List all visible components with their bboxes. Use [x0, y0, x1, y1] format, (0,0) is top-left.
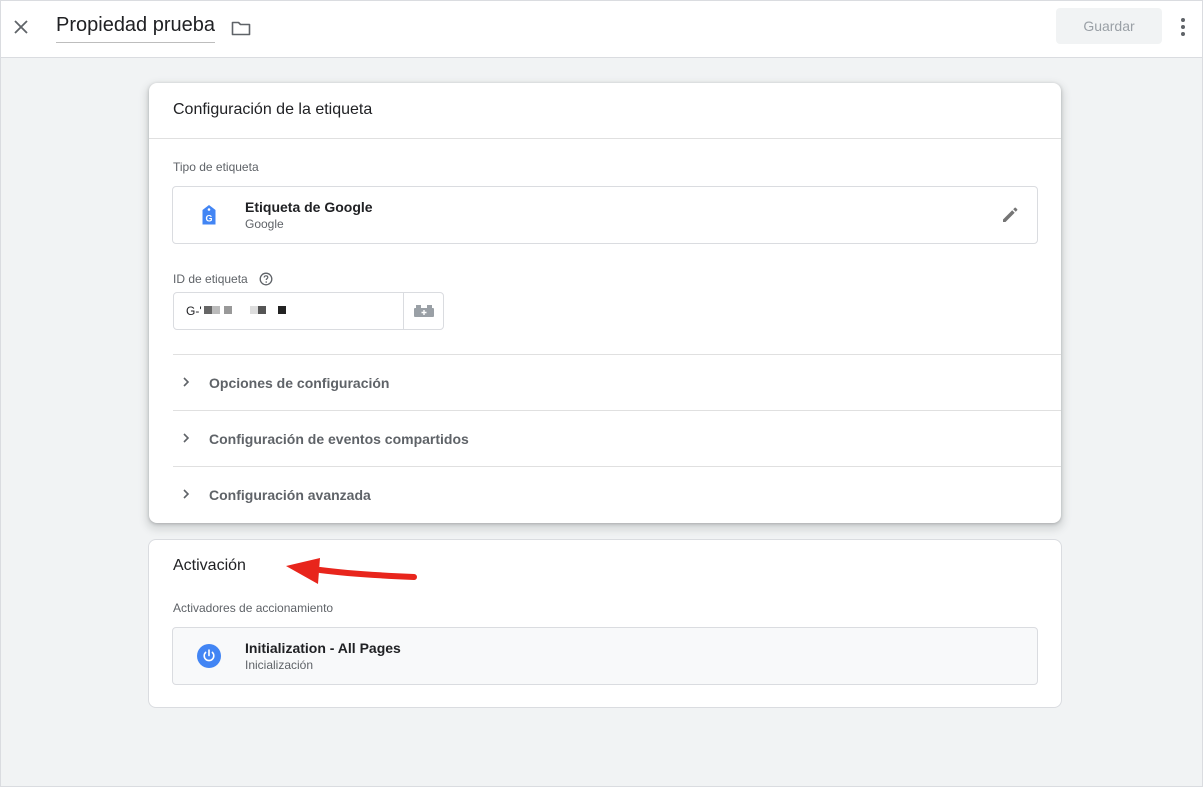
help-icon[interactable] [259, 272, 273, 286]
redaction-block [224, 306, 232, 314]
section-label: Configuración de eventos compartidos [209, 431, 469, 447]
save-button[interactable]: Guardar [1056, 8, 1162, 44]
chevron-right-icon [183, 377, 190, 387]
redaction-block [278, 306, 286, 314]
more-options-button[interactable] [1177, 13, 1189, 41]
top-bar: Propiedad prueba Guardar [1, 1, 1202, 58]
more-vert-icon [1181, 18, 1185, 36]
trigger-item[interactable]: Initialization - All Pages Inicializació… [172, 627, 1038, 685]
page-title[interactable]: Propiedad prueba [56, 14, 216, 43]
section-shared-events[interactable]: Configuración de eventos compartidos [173, 411, 1061, 466]
tag-type-vendor: Google [245, 217, 284, 231]
section-advanced-settings[interactable]: Configuración avanzada [173, 467, 1061, 522]
variable-picker-button[interactable] [403, 292, 444, 330]
trigger-card-title: Activación [173, 557, 246, 574]
redaction-block [258, 306, 266, 314]
redaction-block [250, 306, 258, 314]
power-icon [197, 644, 221, 668]
config-card-title: Configuración de la etiqueta [173, 101, 373, 118]
trigger-name: Initialization - All Pages [245, 640, 401, 656]
close-button[interactable] [7, 13, 35, 41]
section-label: Configuración avanzada [209, 487, 371, 503]
annotation-arrow-icon [286, 558, 417, 584]
tag-type-selector[interactable]: G Etiqueta de Google Google [172, 186, 1038, 244]
tag-type-name: Etiqueta de Google [245, 199, 373, 215]
redaction-block [212, 306, 220, 314]
triggers-label: Activadores de accionamiento [173, 601, 334, 615]
variable-brick-icon [413, 305, 434, 317]
svg-text:G: G [205, 214, 212, 224]
divider [149, 138, 1061, 139]
tag-type-label: Tipo de etiqueta [173, 160, 259, 174]
tag-id-label: ID de etiqueta [173, 272, 248, 286]
tag-configuration-card: Configuración de la etiqueta Tipo de eti… [149, 83, 1061, 523]
section-label: Opciones de configuración [209, 375, 390, 391]
chevron-right-icon [183, 433, 190, 443]
pencil-icon[interactable] [999, 204, 1021, 226]
close-icon [14, 20, 28, 34]
trigger-type: Inicialización [245, 658, 314, 672]
tag-id-input[interactable]: G-' [173, 292, 404, 330]
folder-icon [231, 21, 251, 36]
folder-button[interactable] [229, 16, 253, 40]
section-configuration-options[interactable]: Opciones de configuración [173, 355, 1061, 410]
redaction-block [204, 306, 212, 314]
chevron-right-icon [183, 489, 190, 499]
tag-id-value: G-' [186, 304, 202, 318]
app-frame: Propiedad prueba Guardar Configuración d… [0, 0, 1203, 787]
google-tag-icon: G [197, 203, 221, 227]
